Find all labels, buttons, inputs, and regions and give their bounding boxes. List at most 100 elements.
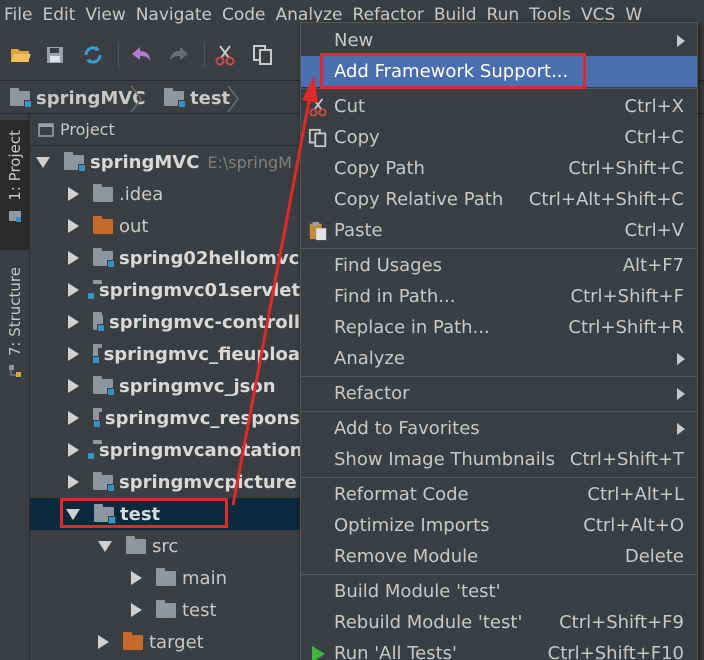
menu-item-cut[interactable]: Cut Ctrl+X	[301, 91, 697, 122]
tree-row[interactable]: springmvcpicture	[30, 466, 300, 498]
submenu-arrow-icon	[677, 387, 685, 400]
menu-item-find-usages[interactable]: Find Usages Alt+F7	[301, 250, 697, 281]
module-folder-icon	[64, 151, 86, 172]
breadcrumb-item-test[interactable]: test	[164, 86, 230, 110]
menu-item-copy[interactable]: Copy Ctrl+C	[301, 122, 697, 153]
sync-icon[interactable]	[80, 42, 106, 68]
expanded-arrow-icon[interactable]	[66, 508, 80, 520]
collapsed-arrow-icon[interactable]	[131, 603, 142, 617]
collapsed-arrow-icon[interactable]	[68, 443, 79, 457]
menu-item-copy-path[interactable]: Copy Path Ctrl+Shift+C	[301, 153, 697, 184]
tree-row[interactable]: main	[30, 562, 300, 594]
menu-item-paste[interactable]: Paste Ctrl+V	[301, 215, 697, 246]
redo-icon[interactable]	[166, 42, 192, 68]
tree-row-root[interactable]: springMVC E:\springM	[30, 146, 300, 178]
tree-row-selected[interactable]: test	[30, 498, 300, 530]
tree-row[interactable]: target	[30, 626, 300, 658]
tree-row[interactable]: .idea	[30, 178, 300, 210]
collapsed-arrow-icon[interactable]	[68, 283, 79, 297]
menu-item-add-to-favorites[interactable]: Add to Favorites	[301, 413, 697, 444]
tree-row[interactable]: test	[30, 594, 300, 626]
menu-item-build-module[interactable]: Build Module 'test'	[301, 576, 697, 607]
open-folder-icon[interactable]	[8, 42, 34, 68]
collapsed-arrow-icon[interactable]	[68, 251, 79, 265]
undo-icon[interactable]	[128, 42, 154, 68]
tree-row[interactable]: springmvc01servlet	[30, 274, 300, 306]
menu-item-copy-relative-path[interactable]: Copy Relative Path Ctrl+Alt+Shift+C	[301, 184, 697, 215]
menu-navigate[interactable]: Navigate	[132, 5, 218, 25]
expanded-arrow-icon[interactable]	[36, 156, 50, 168]
menu-item-rebuild-module[interactable]: Rebuild Module 'test' Ctrl+Shift+F9	[301, 607, 697, 638]
tree-row[interactable]: src	[30, 530, 300, 562]
collapsed-arrow-icon[interactable]	[68, 411, 79, 425]
submenu-arrow-icon	[677, 352, 685, 365]
menu-edit[interactable]: Edit	[38, 5, 81, 25]
menu-item-show-image-thumbnails[interactable]: Show Image Thumbnails Ctrl+Shift+T	[301, 444, 697, 475]
save-icon[interactable]	[42, 42, 68, 68]
menu-item-shortcut: Ctrl+C	[624, 127, 684, 148]
project-tree: springMVC E:\springM .idea out spring02h…	[30, 146, 300, 660]
tree-item-label: springmvc01servlet	[99, 279, 300, 301]
tab-structure[interactable]: 7: Structure	[0, 259, 30, 389]
collapsed-arrow-icon[interactable]	[68, 219, 79, 233]
project-panel-header: Project	[30, 114, 300, 146]
menu-item-new[interactable]: New	[301, 25, 697, 56]
menu-item-reformat-code[interactable]: Reformat Code Ctrl+Alt+L	[301, 479, 697, 510]
collapsed-arrow-icon[interactable]	[131, 571, 142, 585]
collapsed-arrow-icon[interactable]	[68, 315, 79, 329]
module-folder-icon	[94, 503, 116, 524]
menu-item-shortcut: Ctrl+Shift+T	[569, 449, 684, 470]
run-icon	[307, 643, 329, 660]
collapsed-arrow-icon[interactable]	[98, 635, 109, 649]
menu-item-label: Copy Relative Path	[334, 189, 504, 210]
menu-item-analyze[interactable]: Analyze	[301, 343, 697, 374]
tree-row[interactable]: springmvc-controll	[30, 306, 300, 338]
module-folder-icon	[10, 87, 32, 108]
menu-item-label: Refactor	[334, 383, 410, 404]
context-menu: New Add Framework Support... Cut Ctrl+X …	[300, 22, 698, 660]
collapsed-arrow-icon[interactable]	[68, 187, 79, 201]
menu-item-refactor[interactable]: Refactor	[301, 378, 697, 409]
menu-item-run-all-tests[interactable]: Run 'All Tests' Ctrl+Shift+F10	[301, 638, 697, 660]
folder-icon	[126, 535, 146, 554]
tree-row[interactable]: spring02hellomvc	[30, 242, 300, 274]
menu-code[interactable]: Code	[218, 5, 272, 25]
menu-item-shortcut: Ctrl+Shift+R	[568, 317, 684, 338]
menu-view[interactable]: View	[81, 5, 131, 25]
menu-item-shortcut: Ctrl+Shift+F	[570, 286, 684, 307]
menu-item-find-in-path[interactable]: Find in Path... Ctrl+Shift+F	[301, 281, 697, 312]
collapsed-arrow-icon[interactable]	[68, 347, 79, 361]
breadcrumb-label: test	[190, 87, 231, 109]
menu-item-remove-module[interactable]: Remove Module Delete	[301, 541, 697, 572]
cut-icon[interactable]	[212, 42, 238, 68]
tree-row[interactable]: springmvc_respons	[30, 402, 300, 434]
module-folder-icon	[164, 87, 186, 108]
tool-window-strip: 1: Project 7: Structure	[0, 114, 30, 660]
collapsed-arrow-icon[interactable]	[68, 475, 79, 489]
copy-icon[interactable]	[250, 42, 276, 68]
project-panel-title[interactable]: Project	[60, 120, 115, 139]
menu-item-optimize-imports[interactable]: Optimize Imports Ctrl+Alt+O	[301, 510, 697, 541]
module-folder-icon	[91, 343, 102, 364]
menu-item-label: Remove Module	[334, 546, 479, 567]
collapsed-arrow-icon[interactable]	[68, 379, 79, 393]
breadcrumb-item-springmvc[interactable]: springMVC	[10, 86, 145, 110]
tree-row[interactable]: springmvc_json	[30, 370, 300, 402]
menu-item-add-framework-support[interactable]: Add Framework Support...	[301, 56, 697, 87]
menu-item-shortcut: Ctrl+Shift+F10	[547, 643, 684, 660]
menu-item-label: Show Image Thumbnails	[334, 449, 555, 470]
excluded-folder-icon	[123, 631, 143, 650]
menu-item-shortcut: Ctrl+Alt+Shift+C	[528, 189, 684, 210]
tree-row[interactable]: springmvcanotation	[30, 434, 300, 466]
tree-item-path: E:\springM	[207, 152, 292, 172]
menu-file[interactable]: File	[0, 5, 38, 25]
menu-separator	[301, 574, 697, 575]
expanded-arrow-icon[interactable]	[98, 540, 112, 552]
menu-item-label: Replace in Path...	[334, 317, 490, 338]
tab-project[interactable]: 1: Project	[0, 120, 30, 250]
menu-item-label: Rebuild Module 'test'	[334, 612, 523, 633]
tree-row[interactable]: springmvc_fieuploa	[30, 338, 300, 370]
menu-item-replace-in-path[interactable]: Replace in Path... Ctrl+Shift+R	[301, 312, 697, 343]
module-folder-icon	[93, 311, 105, 332]
tree-row[interactable]: out	[30, 210, 300, 242]
